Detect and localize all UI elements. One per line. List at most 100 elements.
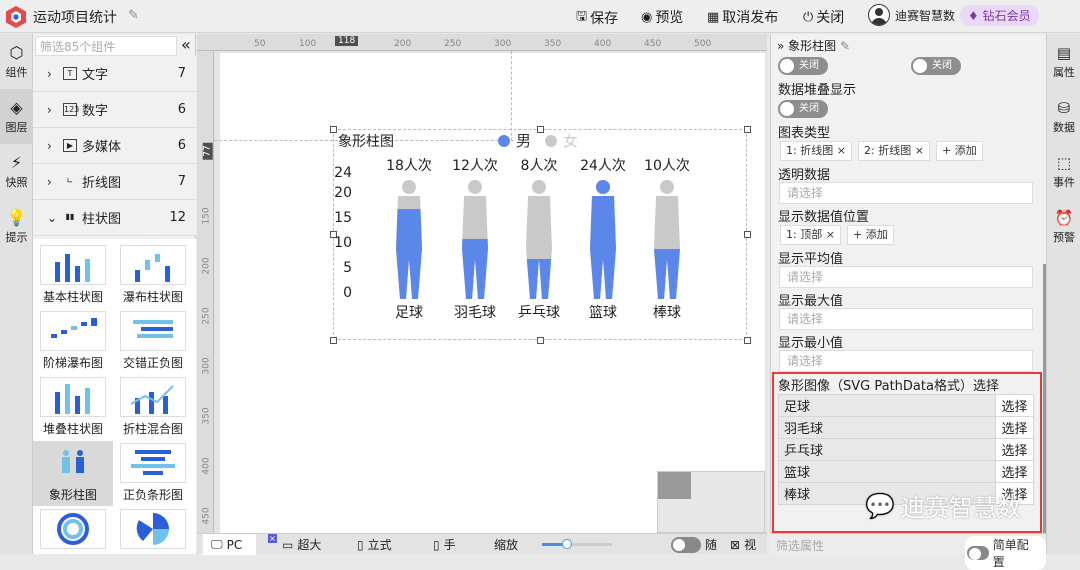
bar-chart-icon: ▮▮ (65, 212, 75, 221)
y-tick-label: 10 (334, 235, 352, 251)
chart-type-tag-1[interactable]: 1: 折线图 × (780, 141, 852, 161)
figure-head (402, 180, 416, 194)
select-button[interactable]: 选择 (995, 416, 1034, 439)
close-icon[interactable]: × (826, 228, 835, 241)
resize-handle[interactable] (330, 126, 337, 133)
x-tick-label: 羽毛球 (454, 305, 496, 321)
rail-data[interactable]: ⛁ 数据 (1047, 89, 1080, 144)
thumb-step-waterfall[interactable]: 阶梯瀑布图 (33, 309, 113, 374)
rail-snapshot[interactable]: ⚡ 快照 (0, 144, 33, 199)
category-number[interactable]: › 123 数字 6 (33, 92, 196, 128)
value-pos-tag[interactable]: 1: 顶部 × (780, 225, 841, 245)
resize-handle[interactable] (744, 337, 751, 344)
table-row: 足球 选择 (778, 394, 1034, 417)
expand-icon[interactable]: » (777, 39, 784, 53)
filter-bar: 筛选属性 简单配置 (770, 533, 1046, 570)
close-icon[interactable]: × (915, 144, 924, 157)
filter-label: 筛选属性 (776, 539, 825, 553)
max-select[interactable]: 请选择 (779, 308, 1033, 330)
toggle-switch[interactable] (967, 546, 989, 560)
chevron-down-icon: ⌄ (47, 210, 58, 225)
resize-handle[interactable] (330, 337, 337, 344)
right-rail: ▤ 属性 ⛁ 数据 ⬚ 事件 ⏰ 预警 (1046, 34, 1080, 554)
rail-tips[interactable]: 💡 提示 (0, 199, 33, 254)
minimap[interactable] (657, 471, 765, 533)
follow-toggle[interactable]: 随 (671, 536, 717, 553)
user-menu[interactable]: 迪赛智慧数 ♦ 钻石会员 (868, 4, 1039, 26)
cube-icon: ⬡ (9, 42, 24, 62)
left-rail: ⬡ 组件 ◈ 图层 ⚡ 快照 💡 提示 (0, 34, 33, 554)
category-media[interactable]: › ▶ 多媒体 6 (33, 128, 196, 164)
minimap-viewport[interactable] (658, 472, 691, 499)
view-button[interactable]: ⊠ 视 (730, 536, 756, 553)
close-button[interactable]: ⏻ 关闭 (803, 7, 844, 27)
toggle-off-1[interactable]: 关闭 (778, 57, 828, 75)
close-icon[interactable]: × (837, 144, 846, 157)
chevron-right-icon: › (47, 102, 52, 117)
collapse-panel-icon[interactable]: « (181, 35, 191, 54)
grid-icon: ▦ (707, 9, 720, 25)
database-icon: ⛁ (1057, 98, 1071, 117)
category-line-chart[interactable]: › ∟ 折线图 7 (33, 164, 196, 200)
figure-head (660, 180, 674, 194)
thumb-radial[interactable] (33, 507, 113, 554)
save-button[interactable]: 🖫 保存 (576, 7, 618, 29)
unpublish-button[interactable]: ▦ 取消发布 (707, 7, 778, 27)
chart-type-tag-2[interactable]: 2: 折线图 × (858, 141, 930, 161)
y-tick-label: 15 (334, 210, 352, 226)
zoom-slider[interactable] (542, 539, 612, 549)
thumb-polar[interactable] (113, 507, 193, 554)
resize-handle[interactable] (537, 126, 544, 133)
phone-icon: ▯ (433, 537, 440, 552)
rail-properties[interactable]: ▤ 属性 (1047, 34, 1080, 89)
thumb-basic-bar[interactable]: 基本柱状图 (33, 243, 113, 308)
thumb-stacked-bar[interactable]: 堆叠柱状图 (33, 375, 113, 440)
text-icon: T (63, 67, 77, 80)
figure-head (532, 180, 546, 194)
rail-alerts[interactable]: ⏰ 预警 (1047, 199, 1080, 254)
category-text[interactable]: › T 文字 7 (33, 56, 196, 92)
rail-components[interactable]: ⬡ 组件 (0, 34, 33, 89)
thumb-waterfall-bar[interactable]: 瀑布柱状图 (113, 243, 193, 308)
vip-badge: ♦ 钻石会员 (960, 4, 1039, 26)
edit-title-icon[interactable]: ✎ (128, 8, 139, 23)
tab-large[interactable]: ▭ 超大 (282, 536, 321, 553)
min-select[interactable]: 请选择 (779, 350, 1033, 372)
stack-toggle[interactable]: 关闭 (778, 100, 828, 118)
transparent-select[interactable]: 请选择 (779, 182, 1033, 204)
tab-vertical[interactable]: ▯ 立式 (357, 536, 392, 553)
preview-button[interactable]: ◉ 预览 (641, 7, 683, 27)
top-bar: 运动项目统计 ✎ 🖫 保存 ◉ 预览 ▦ 取消发布 ⏻ 关闭 迪赛智慧数 ♦ 钻石会员 (0, 0, 1080, 33)
rail-layers[interactable]: ◈ 图层 (0, 89, 33, 144)
table-row: 羽毛球 选择 (778, 416, 1034, 439)
resize-handle[interactable] (744, 126, 751, 133)
zoom-slider-knob[interactable] (562, 539, 572, 549)
guide-line-vertical (511, 51, 512, 141)
add-value-pos-button[interactable]: + 添加 (847, 225, 894, 245)
add-chart-type-button[interactable]: + 添加 (936, 141, 983, 161)
toggle-off-2[interactable]: 关闭 (911, 57, 961, 75)
data-label: 12人次 (452, 158, 498, 174)
thumb-line-bar-mix[interactable]: 折柱混合图 (113, 375, 193, 440)
value-pos-label: 显示数据值位置 (778, 210, 870, 225)
avatar (868, 4, 890, 26)
thumb-stagger-posneg[interactable]: 交错正负图 (113, 309, 193, 374)
tab-pc[interactable]: 🖵 PC × (203, 534, 277, 555)
toggle-switch[interactable] (671, 536, 701, 553)
min-label: 显示最小值 (778, 336, 844, 351)
select-button[interactable]: 选择 (995, 394, 1034, 417)
tab-hand[interactable]: ▯ 手 (433, 536, 456, 553)
thumb-pictorial-bar[interactable]: 象形柱图 (33, 441, 113, 506)
resize-handle[interactable] (537, 337, 544, 344)
component-search-input[interactable]: 筛选85个组件 (35, 36, 177, 56)
thumb-posneg-bar[interactable]: 正负条形图 (113, 441, 193, 506)
avg-select[interactable]: 请选择 (779, 266, 1033, 288)
close-icon[interactable]: × (268, 534, 277, 543)
simple-config-toggle[interactable]: 简单配置 (965, 536, 1046, 570)
properties-icon: ▤ (1056, 43, 1072, 62)
select-button[interactable]: 选择 (995, 438, 1034, 461)
rail-events[interactable]: ⬚ 事件 (1047, 144, 1080, 199)
category-bar-chart[interactable]: ⌄ ▮▮ 柱状图 12 (33, 200, 196, 236)
edit-icon[interactable]: ✎ (840, 39, 850, 53)
select-button[interactable]: 选择 (995, 460, 1034, 483)
